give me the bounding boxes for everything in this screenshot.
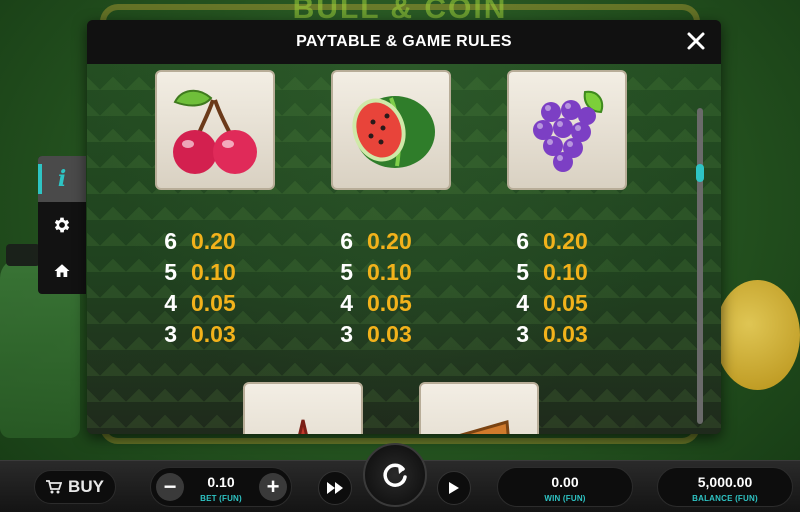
side-menu: i <box>38 156 86 294</box>
close-icon <box>687 32 705 50</box>
modal-title: PAYTABLE & GAME RULES <box>296 33 512 50</box>
gear-icon <box>54 217 70 233</box>
pay-row: 6 0.20 <box>507 226 647 257</box>
pay-row: 4 0.05 <box>507 288 647 319</box>
autoplay-button[interactable] <box>437 471 471 505</box>
symbol-card-letter-a <box>243 382 363 434</box>
symbol-count: 6 <box>164 228 177 254</box>
pay-row: 3 0.03 <box>155 319 295 350</box>
pay-row: 4 0.05 <box>155 288 295 319</box>
payout-value: 0.05 <box>543 290 588 316</box>
payout-value: 0.03 <box>367 321 412 347</box>
symbol-card-letter-k <box>419 382 539 434</box>
mascot-coin-illustration <box>715 280 800 390</box>
symbol-card-cherry <box>155 70 275 190</box>
letter-k-icon <box>459 420 510 434</box>
balance-display: 5,000.00 BALANCE (FUN) <box>657 467 793 507</box>
payout-value: 0.20 <box>191 228 236 254</box>
payout-value: 0.10 <box>543 259 588 285</box>
win-display: 0.00 WIN (FUN) <box>497 467 633 507</box>
win-value: 0.00 <box>551 474 579 490</box>
spin-icon <box>383 463 407 487</box>
pay-row: 3 0.03 <box>331 319 471 350</box>
scrollbar[interactable] <box>696 108 704 424</box>
symbol-card-grapes <box>507 70 627 190</box>
payout-value: 0.05 <box>191 290 236 316</box>
paytable-modal: PAYTABLE & GAME RULES 6 0.20 5 0.10 4 0.05 <box>87 20 721 434</box>
cherry-icon <box>173 89 257 174</box>
spin-button[interactable] <box>363 443 427 507</box>
buy-label: BUY <box>68 477 104 496</box>
payout-value: 0.10 <box>367 259 412 285</box>
symbol-count: 3 <box>340 321 353 347</box>
pay-row: 6 0.20 <box>331 226 471 257</box>
scrollbar-thumb[interactable] <box>696 164 704 182</box>
watermelon-icon <box>352 96 435 168</box>
pay-row: 5 0.10 <box>155 257 295 288</box>
plus-icon: + <box>266 474 280 499</box>
pay-row: 3 0.03 <box>507 319 647 350</box>
buy-button[interactable]: BUY <box>34 470 116 504</box>
info-icon: i <box>57 166 67 192</box>
symbol-count: 5 <box>516 259 529 285</box>
balance-value: 5,000.00 <box>697 474 753 490</box>
win-label: WIN (FUN) <box>544 494 586 503</box>
play-icon <box>449 482 459 494</box>
game-logo: BULL & COIN <box>292 0 508 25</box>
turbo-button[interactable] <box>318 471 352 505</box>
bet-control: − 0.10 BET (FUN) + <box>150 467 292 507</box>
symbol-count: 4 <box>164 290 177 316</box>
symbol-count: 5 <box>164 259 177 285</box>
fast-forward-icon <box>327 482 343 494</box>
payout-value: 0.20 <box>367 228 412 254</box>
paytable-watermelon: 6 0.20 5 0.10 4 0.05 3 0.03 <box>331 226 471 350</box>
symbol-count: 6 <box>516 228 529 254</box>
side-menu-home[interactable] <box>38 248 86 294</box>
side-menu-settings[interactable] <box>38 202 86 248</box>
bet-increase-button[interactable]: + <box>259 473 287 501</box>
balance-label: BALANCE (FUN) <box>692 494 758 503</box>
pay-row: 6 0.20 <box>155 226 295 257</box>
symbol-card-watermelon <box>331 70 451 190</box>
side-menu-info[interactable]: i <box>38 156 86 202</box>
paytable-grapes: 6 0.20 5 0.10 4 0.05 3 0.03 <box>507 226 647 350</box>
pay-row: 5 0.10 <box>331 257 471 288</box>
payout-value: 0.03 <box>543 321 588 347</box>
payout-value: 0.20 <box>543 228 588 254</box>
symbol-count: 4 <box>516 290 529 316</box>
payout-value: 0.05 <box>367 290 412 316</box>
paytable-content: 6 0.20 5 0.10 4 0.05 3 0.03 6 0.20 5 0.10 4 0.0… <box>87 64 721 434</box>
symbol-count: 3 <box>516 321 529 347</box>
symbol-count: 6 <box>340 228 353 254</box>
modal-header: PAYTABLE & GAME RULES <box>87 20 721 64</box>
cart-icon <box>46 480 63 494</box>
close-button[interactable] <box>685 30 707 52</box>
payout-value: 0.10 <box>191 259 236 285</box>
grapes-icon <box>533 90 604 172</box>
letter-a-icon <box>298 419 308 434</box>
symbol-count: 3 <box>164 321 177 347</box>
home-icon <box>54 264 70 277</box>
symbol-count: 5 <box>340 259 353 285</box>
paytable-cherry: 6 0.20 5 0.10 4 0.05 3 0.03 <box>155 226 295 350</box>
symbol-count: 4 <box>340 290 353 316</box>
pay-row: 5 0.10 <box>507 257 647 288</box>
pay-row: 4 0.05 <box>331 288 471 319</box>
payout-value: 0.03 <box>191 321 236 347</box>
